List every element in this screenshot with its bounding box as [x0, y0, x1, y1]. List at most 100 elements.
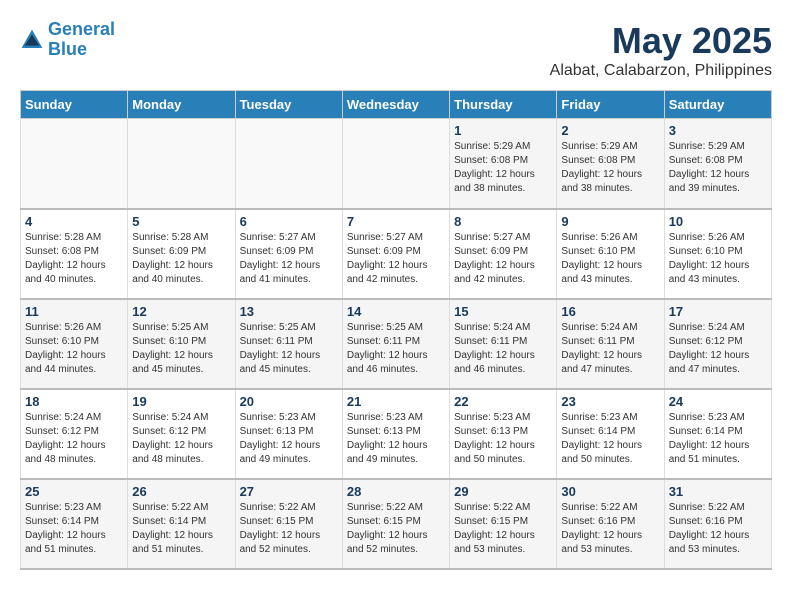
calendar-cell: 3 Sunrise: 5:29 AM Sunset: 6:08 PM Daylig…: [664, 119, 771, 209]
calendar-cell: 20Sunrise: 5:23 AM Sunset: 6:13 PM Dayli…: [235, 389, 342, 479]
weekday-header-thursday: Thursday: [450, 91, 557, 119]
day-number: 8: [454, 214, 552, 229]
day-number: 14: [347, 304, 445, 319]
weekday-header-wednesday: Wednesday: [342, 91, 449, 119]
calendar-cell: 30Sunrise: 5:22 AM Sunset: 6:16 PM Dayli…: [557, 479, 664, 569]
calendar-cell: 23 Sunrise: 5:23 AM Sunset: 6:14 PM Dayli…: [557, 389, 664, 479]
day-number: 22: [454, 394, 552, 409]
weekday-header-monday: Monday: [128, 91, 235, 119]
calendar-cell: 28Sunrise: 5:22 AM Sunset: 6:15 PM Dayli…: [342, 479, 449, 569]
calendar-cell: 31Sunrise: 5:22 AM Sunset: 6:16 PM Dayli…: [664, 479, 771, 569]
day-number: 27: [240, 484, 338, 499]
cell-info: Sunrise: 5:22 AM Sunset: 6:15 PM Dayligh…: [240, 501, 338, 557]
calendar-cell: 13 Sunrise: 5:25 AM Sunset: 6:11 PM Dayli…: [235, 299, 342, 389]
cell-info: Sunrise: 5:24 AM Sunset: 6:12 PM Dayligh…: [25, 411, 123, 467]
day-number: 24: [669, 394, 767, 409]
cell-info: Sunrise: 5:27 AM Sunset: 6:09 PM Dayligh…: [454, 231, 552, 287]
calendar-cell: [21, 119, 128, 209]
subtitle: Alabat, Calabarzon, Philippines: [550, 62, 772, 80]
calendar-cell: 8 Sunrise: 5:27 AM Sunset: 6:09 PM Daylig…: [450, 209, 557, 299]
calendar-cell: 2Sunrise: 5:29 AM Sunset: 6:08 PM Daylig…: [557, 119, 664, 209]
calendar-cell: 18 Sunrise: 5:24 AM Sunset: 6:12 PM Dayli…: [21, 389, 128, 479]
weekday-header-friday: Friday: [557, 91, 664, 119]
cell-info: Sunrise: 5:29 AM Sunset: 6:08 PM Dayligh…: [454, 140, 552, 196]
calendar-cell: 17Sunrise: 5:24 AM Sunset: 6:12 PM Dayli…: [664, 299, 771, 389]
main-title: May 2025: [550, 20, 772, 62]
week-row-4: 25 Sunrise: 5:23 AM Sunset: 6:14 PM Dayli…: [21, 479, 772, 569]
calendar-cell: 9 Sunrise: 5:26 AM Sunset: 6:10 PM Daylig…: [557, 209, 664, 299]
cell-info: Sunrise: 5:22 AM Sunset: 6:14 PM Dayligh…: [132, 501, 230, 557]
cell-info: Sunrise: 5:23 AM Sunset: 6:14 PM Dayligh…: [25, 501, 123, 557]
cell-info: Sunrise: 5:25 AM Sunset: 6:11 PM Dayligh…: [347, 321, 445, 377]
calendar-cell: 26 Sunrise: 5:22 AM Sunset: 6:14 PM Dayli…: [128, 479, 235, 569]
calendar-cell: 25 Sunrise: 5:23 AM Sunset: 6:14 PM Dayli…: [21, 479, 128, 569]
calendar-cell: 14 Sunrise: 5:25 AM Sunset: 6:11 PM Dayli…: [342, 299, 449, 389]
day-number: 21: [347, 394, 445, 409]
day-number: 12: [132, 304, 230, 319]
calendar-cell: 7 Sunrise: 5:27 AM Sunset: 6:09 PM Daylig…: [342, 209, 449, 299]
calendar-cell: 27 Sunrise: 5:22 AM Sunset: 6:15 PM Dayli…: [235, 479, 342, 569]
cell-info: Sunrise: 5:26 AM Sunset: 6:10 PM Dayligh…: [669, 231, 767, 287]
cell-info: Sunrise: 5:26 AM Sunset: 6:10 PM Dayligh…: [25, 321, 123, 377]
calendar-cell: 29 Sunrise: 5:22 AM Sunset: 6:15 PM Dayli…: [450, 479, 557, 569]
day-number: 28: [347, 484, 445, 499]
week-row-3: 18 Sunrise: 5:24 AM Sunset: 6:12 PM Dayli…: [21, 389, 772, 479]
calendar-cell: 5Sunrise: 5:28 AM Sunset: 6:09 PM Daylig…: [128, 209, 235, 299]
day-number: 16: [561, 304, 659, 319]
cell-info: Sunrise: 5:23 AM Sunset: 6:13 PM Dayligh…: [347, 411, 445, 467]
weekday-header-row: SundayMondayTuesdayWednesdayThursdayFrid…: [21, 91, 772, 119]
calendar-cell: 19Sunrise: 5:24 AM Sunset: 6:12 PM Dayli…: [128, 389, 235, 479]
cell-info: Sunrise: 5:23 AM Sunset: 6:14 PM Dayligh…: [669, 411, 767, 467]
day-number: 20: [240, 394, 338, 409]
weekday-header-sunday: Sunday: [21, 91, 128, 119]
cell-info: Sunrise: 5:25 AM Sunset: 6:11 PM Dayligh…: [240, 321, 338, 377]
day-number: 17: [669, 304, 767, 319]
cell-info: Sunrise: 5:22 AM Sunset: 6:16 PM Dayligh…: [669, 501, 767, 557]
day-number: 7: [347, 214, 445, 229]
calendar-cell: [342, 119, 449, 209]
week-row-1: 4Sunrise: 5:28 AM Sunset: 6:08 PM Daylig…: [21, 209, 772, 299]
calendar-table: SundayMondayTuesdayWednesdayThursdayFrid…: [20, 90, 772, 570]
calendar-cell: 15Sunrise: 5:24 AM Sunset: 6:11 PM Dayli…: [450, 299, 557, 389]
title-block: May 2025 Alabat, Calabarzon, Philippines: [550, 20, 772, 80]
calendar-cell: [235, 119, 342, 209]
calendar-cell: [128, 119, 235, 209]
calendar-cell: 12 Sunrise: 5:25 AM Sunset: 6:10 PM Dayli…: [128, 299, 235, 389]
day-number: 13: [240, 304, 338, 319]
day-number: 26: [132, 484, 230, 499]
calendar-cell: 11Sunrise: 5:26 AM Sunset: 6:10 PM Dayli…: [21, 299, 128, 389]
cell-info: Sunrise: 5:29 AM Sunset: 6:08 PM Dayligh…: [669, 140, 767, 196]
cell-info: Sunrise: 5:23 AM Sunset: 6:14 PM Dayligh…: [561, 411, 659, 467]
calendar-cell: 22 Sunrise: 5:23 AM Sunset: 6:13 PM Dayli…: [450, 389, 557, 479]
cell-info: Sunrise: 5:25 AM Sunset: 6:10 PM Dayligh…: [132, 321, 230, 377]
logo: GeneralBlue: [20, 20, 115, 60]
day-number: 3: [669, 123, 767, 138]
calendar-cell: 24 Sunrise: 5:23 AM Sunset: 6:14 PM Dayli…: [664, 389, 771, 479]
week-row-2: 11Sunrise: 5:26 AM Sunset: 6:10 PM Dayli…: [21, 299, 772, 389]
cell-info: Sunrise: 5:27 AM Sunset: 6:09 PM Dayligh…: [240, 231, 338, 287]
cell-info: Sunrise: 5:24 AM Sunset: 6:11 PM Dayligh…: [561, 321, 659, 377]
day-number: 4: [25, 214, 123, 229]
day-number: 5: [132, 214, 230, 229]
cell-info: Sunrise: 5:27 AM Sunset: 6:09 PM Dayligh…: [347, 231, 445, 287]
day-number: 9: [561, 214, 659, 229]
day-number: 10: [669, 214, 767, 229]
calendar-cell: 6Sunrise: 5:27 AM Sunset: 6:09 PM Daylig…: [235, 209, 342, 299]
day-number: 23: [561, 394, 659, 409]
page-header: GeneralBlue May 2025 Alabat, Calabarzon,…: [20, 20, 772, 80]
logo-icon: [20, 28, 44, 52]
cell-info: Sunrise: 5:22 AM Sunset: 6:16 PM Dayligh…: [561, 501, 659, 557]
cell-info: Sunrise: 5:23 AM Sunset: 6:13 PM Dayligh…: [454, 411, 552, 467]
day-number: 2: [561, 123, 659, 138]
week-row-0: 1 Sunrise: 5:29 AM Sunset: 6:08 PM Daylig…: [21, 119, 772, 209]
cell-info: Sunrise: 5:24 AM Sunset: 6:12 PM Dayligh…: [132, 411, 230, 467]
logo-text: GeneralBlue: [48, 20, 115, 60]
day-number: 1: [454, 123, 552, 138]
weekday-header-saturday: Saturday: [664, 91, 771, 119]
calendar-cell: 1 Sunrise: 5:29 AM Sunset: 6:08 PM Daylig…: [450, 119, 557, 209]
day-number: 18: [25, 394, 123, 409]
day-number: 29: [454, 484, 552, 499]
cell-info: Sunrise: 5:26 AM Sunset: 6:10 PM Dayligh…: [561, 231, 659, 287]
day-number: 25: [25, 484, 123, 499]
cell-info: Sunrise: 5:22 AM Sunset: 6:15 PM Dayligh…: [454, 501, 552, 557]
